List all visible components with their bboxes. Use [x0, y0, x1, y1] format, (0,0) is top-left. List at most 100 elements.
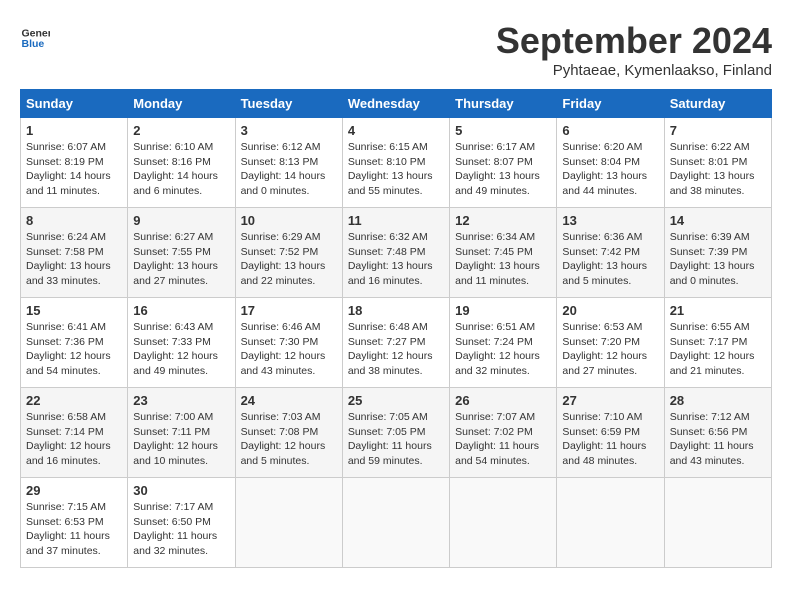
cell-text: Sunrise: 6:34 AMSunset: 7:45 PMDaylight:…	[455, 231, 540, 287]
cell-text: Sunrise: 6:29 AMSunset: 7:52 PMDaylight:…	[241, 231, 326, 287]
day-number: 3	[241, 123, 337, 138]
cell-text: Sunrise: 7:05 AMSunset: 7:05 PMDaylight:…	[348, 411, 432, 467]
table-row: 22 Sunrise: 6:58 AMSunset: 7:14 PMDaylig…	[21, 388, 128, 478]
day-number: 11	[348, 213, 444, 228]
day-number: 20	[562, 303, 658, 318]
day-number: 13	[562, 213, 658, 228]
table-row: 20 Sunrise: 6:53 AMSunset: 7:20 PMDaylig…	[557, 298, 664, 388]
table-row: 12 Sunrise: 6:34 AMSunset: 7:45 PMDaylig…	[450, 208, 557, 298]
calendar-week-1: 1 Sunrise: 6:07 AMSunset: 8:19 PMDayligh…	[21, 118, 772, 208]
day-number: 28	[670, 393, 766, 408]
day-number: 27	[562, 393, 658, 408]
day-number: 10	[241, 213, 337, 228]
day-number: 1	[26, 123, 122, 138]
day-number: 12	[455, 213, 551, 228]
cell-text: Sunrise: 6:51 AMSunset: 7:24 PMDaylight:…	[455, 321, 540, 377]
table-row: 16 Sunrise: 6:43 AMSunset: 7:33 PMDaylig…	[128, 298, 235, 388]
day-number: 7	[670, 123, 766, 138]
cell-text: Sunrise: 6:41 AMSunset: 7:36 PMDaylight:…	[26, 321, 111, 377]
table-row: 17 Sunrise: 6:46 AMSunset: 7:30 PMDaylig…	[235, 298, 342, 388]
day-number: 19	[455, 303, 551, 318]
cell-text: Sunrise: 7:17 AMSunset: 6:50 PMDaylight:…	[133, 501, 217, 557]
day-number: 30	[133, 483, 229, 498]
cell-text: Sunrise: 7:03 AMSunset: 7:08 PMDaylight:…	[241, 411, 326, 467]
cell-text: Sunrise: 7:10 AMSunset: 6:59 PMDaylight:…	[562, 411, 646, 467]
header-saturday: Saturday	[664, 90, 771, 118]
cell-text: Sunrise: 6:39 AMSunset: 7:39 PMDaylight:…	[670, 231, 755, 287]
table-row: 1 Sunrise: 6:07 AMSunset: 8:19 PMDayligh…	[21, 118, 128, 208]
cell-text: Sunrise: 6:53 AMSunset: 7:20 PMDaylight:…	[562, 321, 647, 377]
day-number: 26	[455, 393, 551, 408]
table-row	[235, 478, 342, 568]
day-number: 18	[348, 303, 444, 318]
table-row: 28 Sunrise: 7:12 AMSunset: 6:56 PMDaylig…	[664, 388, 771, 478]
table-row: 9 Sunrise: 6:27 AMSunset: 7:55 PMDayligh…	[128, 208, 235, 298]
day-number: 15	[26, 303, 122, 318]
cell-text: Sunrise: 6:20 AMSunset: 8:04 PMDaylight:…	[562, 141, 647, 197]
cell-text: Sunrise: 6:55 AMSunset: 7:17 PMDaylight:…	[670, 321, 755, 377]
cell-text: Sunrise: 6:12 AMSunset: 8:13 PMDaylight:…	[241, 141, 326, 197]
table-row	[557, 478, 664, 568]
calendar-table: Sunday Monday Tuesday Wednesday Thursday…	[20, 89, 772, 568]
month-title: September 2024	[496, 20, 772, 62]
table-row: 5 Sunrise: 6:17 AMSunset: 8:07 PMDayligh…	[450, 118, 557, 208]
location: Pyhtaeae, Kymenlaakso, Finland	[496, 62, 772, 79]
day-number: 5	[455, 123, 551, 138]
cell-text: Sunrise: 6:17 AMSunset: 8:07 PMDaylight:…	[455, 141, 540, 197]
calendar-week-3: 15 Sunrise: 6:41 AMSunset: 7:36 PMDaylig…	[21, 298, 772, 388]
cell-text: Sunrise: 6:27 AMSunset: 7:55 PMDaylight:…	[133, 231, 218, 287]
cell-text: Sunrise: 6:48 AMSunset: 7:27 PMDaylight:…	[348, 321, 433, 377]
header-sunday: Sunday	[21, 90, 128, 118]
table-row: 11 Sunrise: 6:32 AMSunset: 7:48 PMDaylig…	[342, 208, 449, 298]
calendar-header-row: Sunday Monday Tuesday Wednesday Thursday…	[21, 90, 772, 118]
day-number: 23	[133, 393, 229, 408]
day-number: 2	[133, 123, 229, 138]
day-number: 29	[26, 483, 122, 498]
logo-icon: General Blue	[20, 20, 50, 50]
calendar-week-4: 22 Sunrise: 6:58 AMSunset: 7:14 PMDaylig…	[21, 388, 772, 478]
table-row: 7 Sunrise: 6:22 AMSunset: 8:01 PMDayligh…	[664, 118, 771, 208]
table-row: 29 Sunrise: 7:15 AMSunset: 6:53 PMDaylig…	[21, 478, 128, 568]
cell-text: Sunrise: 6:24 AMSunset: 7:58 PMDaylight:…	[26, 231, 111, 287]
cell-text: Sunrise: 6:46 AMSunset: 7:30 PMDaylight:…	[241, 321, 326, 377]
day-number: 9	[133, 213, 229, 228]
cell-text: Sunrise: 7:15 AMSunset: 6:53 PMDaylight:…	[26, 501, 110, 557]
header-friday: Friday	[557, 90, 664, 118]
cell-text: Sunrise: 6:58 AMSunset: 7:14 PMDaylight:…	[26, 411, 111, 467]
cell-text: Sunrise: 6:32 AMSunset: 7:48 PMDaylight:…	[348, 231, 433, 287]
table-row: 15 Sunrise: 6:41 AMSunset: 7:36 PMDaylig…	[21, 298, 128, 388]
day-number: 4	[348, 123, 444, 138]
header-thursday: Thursday	[450, 90, 557, 118]
cell-text: Sunrise: 6:43 AMSunset: 7:33 PMDaylight:…	[133, 321, 218, 377]
table-row: 21 Sunrise: 6:55 AMSunset: 7:17 PMDaylig…	[664, 298, 771, 388]
table-row: 25 Sunrise: 7:05 AMSunset: 7:05 PMDaylig…	[342, 388, 449, 478]
table-row: 6 Sunrise: 6:20 AMSunset: 8:04 PMDayligh…	[557, 118, 664, 208]
cell-text: Sunrise: 6:07 AMSunset: 8:19 PMDaylight:…	[26, 141, 111, 197]
table-row: 27 Sunrise: 7:10 AMSunset: 6:59 PMDaylig…	[557, 388, 664, 478]
cell-text: Sunrise: 7:12 AMSunset: 6:56 PMDaylight:…	[670, 411, 754, 467]
header-wednesday: Wednesday	[342, 90, 449, 118]
title-block: September 2024 Pyhtaeae, Kymenlaakso, Fi…	[496, 20, 772, 79]
header-monday: Monday	[128, 90, 235, 118]
day-number: 22	[26, 393, 122, 408]
calendar-week-5: 29 Sunrise: 7:15 AMSunset: 6:53 PMDaylig…	[21, 478, 772, 568]
svg-text:Blue: Blue	[22, 38, 45, 50]
page-header: General Blue September 2024 Pyhtaeae, Ky…	[20, 20, 772, 79]
table-row: 19 Sunrise: 6:51 AMSunset: 7:24 PMDaylig…	[450, 298, 557, 388]
header-tuesday: Tuesday	[235, 90, 342, 118]
table-row: 26 Sunrise: 7:07 AMSunset: 7:02 PMDaylig…	[450, 388, 557, 478]
table-row: 30 Sunrise: 7:17 AMSunset: 6:50 PMDaylig…	[128, 478, 235, 568]
table-row	[664, 478, 771, 568]
day-number: 14	[670, 213, 766, 228]
table-row: 24 Sunrise: 7:03 AMSunset: 7:08 PMDaylig…	[235, 388, 342, 478]
day-number: 25	[348, 393, 444, 408]
day-number: 16	[133, 303, 229, 318]
cell-text: Sunrise: 7:07 AMSunset: 7:02 PMDaylight:…	[455, 411, 539, 467]
cell-text: Sunrise: 6:36 AMSunset: 7:42 PMDaylight:…	[562, 231, 647, 287]
cell-text: Sunrise: 6:15 AMSunset: 8:10 PMDaylight:…	[348, 141, 433, 197]
calendar-week-2: 8 Sunrise: 6:24 AMSunset: 7:58 PMDayligh…	[21, 208, 772, 298]
table-row: 2 Sunrise: 6:10 AMSunset: 8:16 PMDayligh…	[128, 118, 235, 208]
table-row: 18 Sunrise: 6:48 AMSunset: 7:27 PMDaylig…	[342, 298, 449, 388]
day-number: 17	[241, 303, 337, 318]
day-number: 24	[241, 393, 337, 408]
